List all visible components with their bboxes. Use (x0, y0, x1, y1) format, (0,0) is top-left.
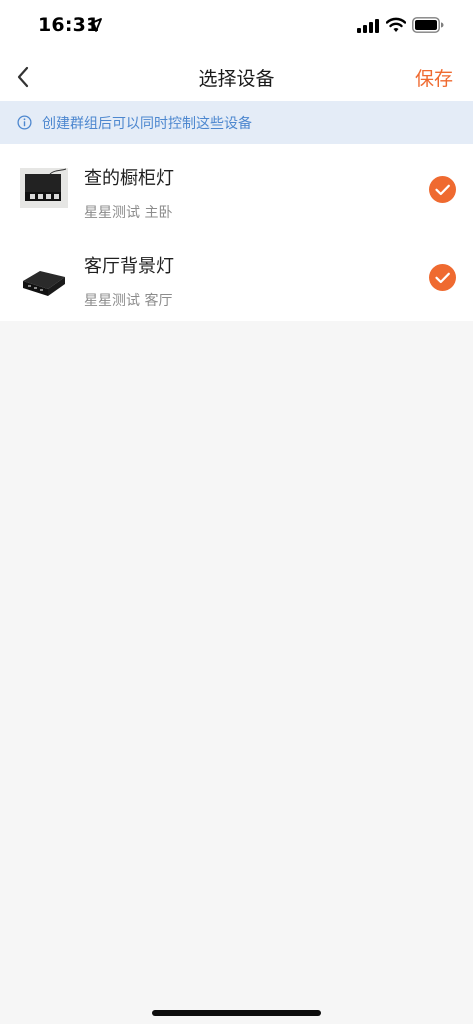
device-location: 星星测试 主卧 (84, 205, 173, 221)
save-button[interactable]: 保存 (415, 64, 453, 91)
device-item[interactable]: 客厅背景灯 星星测试 客厅 (0, 232, 473, 320)
device-list: 查的橱柜灯 星星测试 主卧 客厅背景灯 星星测试 客厅 (0, 144, 473, 321)
home-indicator[interactable] (152, 1010, 321, 1016)
info-banner: 创建群组后可以同时控制这些设备 (0, 101, 473, 144)
page-title: 选择设备 (198, 68, 275, 90)
battery-icon (412, 17, 444, 33)
info-banner-text: 创建群组后可以同时控制这些设备 (42, 116, 252, 132)
device-name: 查的橱柜灯 (84, 168, 174, 189)
info-circle-icon (17, 115, 32, 130)
device-name: 客厅背景灯 (84, 256, 174, 277)
cellular-signal-icon (357, 19, 379, 33)
wifi-icon (386, 17, 406, 32)
location-arrow-icon (88, 18, 102, 32)
device-thumbnail (20, 259, 68, 299)
device-thumbnail (20, 168, 68, 208)
check-circle-icon[interactable] (429, 176, 456, 203)
check-circle-icon[interactable] (429, 264, 456, 291)
navigation-bar: 选择设备 保存 (0, 52, 473, 101)
device-item[interactable]: 查的橱柜灯 星星测试 主卧 (0, 144, 473, 232)
device-location: 星星测试 客厅 (84, 293, 173, 309)
status-bar: 16:31 (0, 0, 473, 52)
